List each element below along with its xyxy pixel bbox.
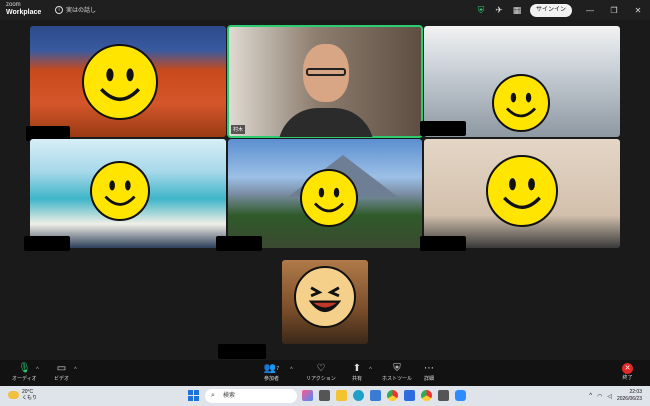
restore-icon[interactable]: ❐ xyxy=(602,0,626,20)
audio-options-caret[interactable]: ^ xyxy=(36,367,39,373)
title-bar: zoom Workplace i 実はの話し ⛨ ✈ ▦ サインイン — ❐ ✕ xyxy=(0,0,650,20)
wifi-icon[interactable]: ◠ xyxy=(597,393,602,400)
video-options-caret[interactable]: ^ xyxy=(74,367,77,373)
share-button[interactable]: ⬆ 共有 xyxy=(350,363,364,382)
taskbar-apps xyxy=(302,390,466,401)
info-icon[interactable]: i xyxy=(55,5,63,14)
video-gallery: 村木 xyxy=(0,20,650,360)
more-dots-icon: ⋯ xyxy=(424,363,434,374)
smiley-face-icon xyxy=(90,161,150,221)
microphone-icon: 🎙 xyxy=(17,363,31,374)
video-label: ビデオ xyxy=(54,376,70,382)
video-tile[interactable] xyxy=(228,139,422,248)
copilot-icon[interactable] xyxy=(302,390,313,401)
smiley-face-icon xyxy=(486,155,558,227)
chrome-icon[interactable] xyxy=(421,390,432,401)
host-tools-button[interactable]: ⛨ ホストツール xyxy=(382,363,412,382)
windows-start-icon[interactable] xyxy=(188,390,199,401)
logo-big-text: Workplace xyxy=(6,9,42,16)
laughing-face-icon xyxy=(294,266,356,328)
video-tile[interactable] xyxy=(30,139,226,248)
search-placeholder: 検索 xyxy=(223,393,236,399)
weather-widget[interactable]: 20°C くもり xyxy=(8,389,37,401)
system-tray: ^ ◠ ◁ 22:03 2026/06/23 xyxy=(589,389,642,403)
host-tools-label: ホストツール xyxy=(382,376,413,382)
cloud-sun-icon xyxy=(8,391,19,399)
share-label: 共有 xyxy=(351,376,362,382)
audio-label: オーディオ xyxy=(12,376,37,382)
zoom-workplace-logo: zoom Workplace xyxy=(6,2,41,16)
more-button[interactable]: ⋯ 詳細 xyxy=(422,363,436,382)
windows-taskbar: 20°C くもり ⌕ 検索 ^ ◠ ◁ 22:03 2026/06/23 xyxy=(0,386,650,406)
heart-icon: ♡ xyxy=(316,363,326,374)
meeting-toolbar: 🎙 オーディオ ^ ▭ ビデオ ^ 👥 7 参加者 ^ ♡ リアクション ⬆ 共有… xyxy=(0,360,650,386)
video-button[interactable]: ▭ ビデオ xyxy=(54,363,69,382)
grid-view-icon[interactable]: ▦ xyxy=(508,0,526,20)
task-view-icon[interactable] xyxy=(319,390,330,401)
signin-button[interactable]: サインイン xyxy=(529,3,572,17)
participant-name: 村木 xyxy=(231,125,246,134)
clock-time: 22:03 xyxy=(629,389,642,395)
speaker-icon[interactable]: ◁ xyxy=(607,393,612,400)
file-explorer-icon[interactable] xyxy=(336,390,347,401)
taskbar-search[interactable]: ⌕ 検索 xyxy=(205,389,297,403)
participant-body xyxy=(278,108,374,137)
name-redaction xyxy=(420,236,466,251)
participants-count: 7 xyxy=(276,366,280,372)
app-icon[interactable] xyxy=(438,390,449,401)
meeting-topic: 実はの話し xyxy=(66,8,97,14)
video-tile[interactable] xyxy=(424,139,620,248)
search-icon: ⌕ xyxy=(211,392,215,399)
clock[interactable]: 22:03 2026/06/23 xyxy=(617,389,642,403)
chrome-icon[interactable] xyxy=(387,390,398,401)
edge-icon[interactable] xyxy=(353,390,364,401)
video-tile[interactable] xyxy=(282,260,368,344)
minimize-icon[interactable]: — xyxy=(578,0,602,20)
name-redaction xyxy=(216,236,262,251)
more-label: 詳細 xyxy=(423,376,434,382)
shield-icon[interactable]: ⛨ xyxy=(472,0,490,20)
meeting-info[interactable]: i 実はの話し xyxy=(55,5,96,14)
zoom-icon[interactable] xyxy=(455,390,466,401)
participants-icon: 👥 7 xyxy=(263,363,280,374)
clock-date: 2026/06/23 xyxy=(616,396,642,402)
name-redaction xyxy=(24,236,70,251)
store-icon[interactable] xyxy=(370,390,381,401)
end-label: 終了 xyxy=(622,375,633,381)
audio-button[interactable]: 🎙 オーディオ xyxy=(12,363,37,382)
end-meeting-button[interactable]: ✕ 終了 xyxy=(622,363,633,381)
reactions-button[interactable]: ♡ リアクション xyxy=(306,363,336,382)
participants-button[interactable]: 👥 7 参加者 xyxy=(264,363,279,382)
pin-icon[interactable]: ✈ xyxy=(490,0,508,20)
weather-desc: くもり xyxy=(22,395,38,401)
participant-glasses xyxy=(306,68,346,76)
smiley-face-icon xyxy=(82,44,158,120)
share-screen-icon: ⬆ xyxy=(352,363,362,374)
reactions-label: リアクション xyxy=(306,376,336,382)
name-redaction xyxy=(420,121,466,136)
share-options-caret[interactable]: ^ xyxy=(369,367,372,373)
video-tile-active-speaker[interactable]: 村木 xyxy=(227,25,423,138)
video-tile[interactable] xyxy=(30,26,226,137)
end-x-icon: ✕ xyxy=(622,363,633,374)
host-shield-icon: ⛨ xyxy=(393,363,401,374)
logo-small-text: zoom xyxy=(6,2,21,8)
name-redaction xyxy=(218,344,266,359)
close-icon[interactable]: ✕ xyxy=(626,0,650,20)
participants-options-caret[interactable]: ^ xyxy=(290,367,293,373)
smiley-face-icon xyxy=(300,169,358,227)
tray-chevron-icon[interactable]: ^ xyxy=(589,393,592,399)
smiley-face-icon xyxy=(492,74,550,132)
app-icon[interactable] xyxy=(404,390,415,401)
camera-icon: ▭ xyxy=(56,363,67,374)
participants-label: 参加者 xyxy=(264,376,280,382)
